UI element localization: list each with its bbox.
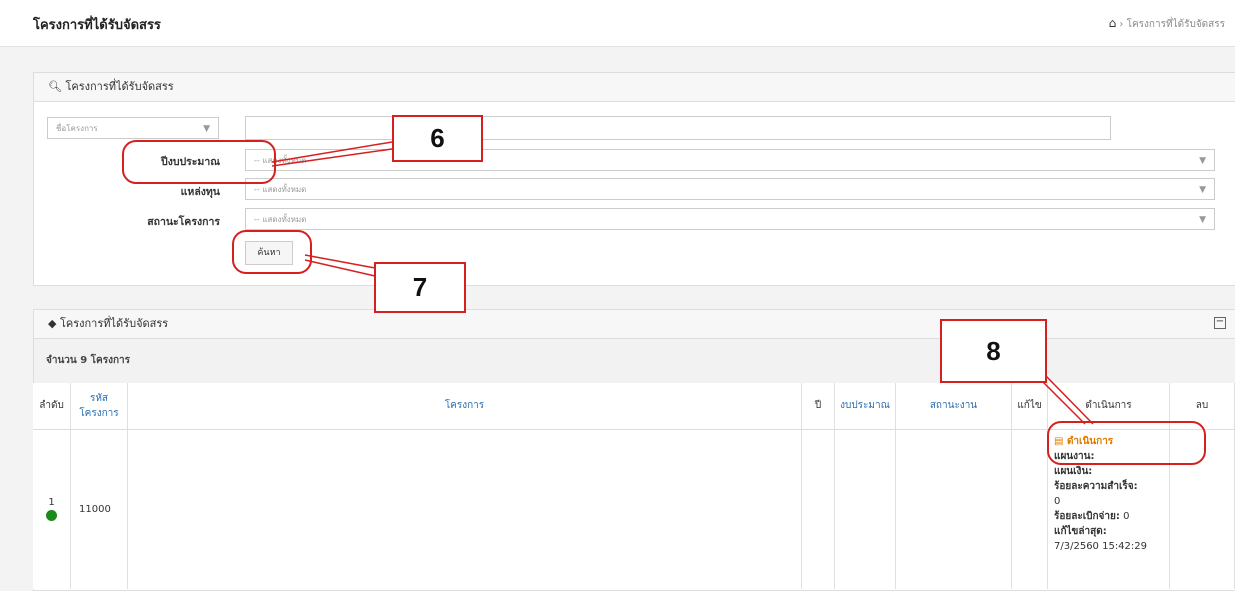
row-project	[127, 429, 802, 589]
search-panel-header: 🔍︎ โครงการที่ได้รับจัดสรร	[34, 73, 1235, 102]
row-budget	[834, 429, 896, 589]
callout-search-button	[232, 230, 312, 274]
fund-source-select[interactable]: -- แสดงทั้งหมด ▼	[245, 178, 1215, 200]
status-dot	[46, 510, 57, 522]
annotation-8: 8	[940, 319, 1047, 383]
row-index: 1	[48, 497, 55, 509]
result-count: จำนวน 9 โครงการ	[34, 339, 1235, 384]
col-year[interactable]: ปี	[801, 383, 835, 430]
budget-year-select[interactable]: -- แสดงทั้งหมด ▼	[245, 149, 1215, 171]
status-label: สถานะโครงการ	[147, 216, 220, 228]
row-edit	[1011, 429, 1048, 589]
fund-source-label: แหล่งทุน	[180, 186, 220, 198]
status-select[interactable]: -- แสดงทั้งหมด ▼	[245, 208, 1215, 230]
success-value: 0	[1054, 495, 1061, 507]
breadcrumb: ⌂ › โครงการที่ได้รับจัดสรร	[1109, 16, 1225, 32]
results-panel-header: ◆ โครงการที่ได้รับจัดสรร −	[34, 310, 1235, 339]
row-index-cell: 1	[33, 429, 71, 589]
annotation-7: 7	[374, 262, 466, 313]
disburse-line: ร้อยละเบิกจ่าย: 0	[1054, 510, 1130, 522]
search-icon: 🔍︎	[48, 80, 62, 93]
row-code: 11000	[70, 429, 128, 589]
edited-label: แก้ไขล่าสุด:	[1054, 525, 1107, 537]
callout-budget-year	[122, 140, 276, 184]
col-index: ลำดับ	[33, 383, 71, 430]
col-budget[interactable]: งบประมาณ	[834, 383, 896, 430]
callout-action-link	[1047, 421, 1206, 465]
results-panel-title: โครงการที่ได้รับจัดสรร	[59, 317, 169, 330]
search-panel-title: โครงการที่ได้รับจัดสรร	[65, 80, 174, 93]
chevron-down-icon: ▼	[203, 124, 210, 134]
col-edit: แก้ไข	[1011, 383, 1048, 430]
search-text-input[interactable]	[245, 116, 1111, 140]
breadcrumb-separator-icon: ›	[1119, 19, 1127, 30]
results-table: ลำดับ รหัสโครงการ โครงการ ปี งบประมาณ สถ…	[33, 383, 1235, 589]
chevron-down-icon: ▼	[1199, 185, 1206, 195]
success-label: ร้อยละความสำเร็จ:	[1054, 480, 1138, 492]
search-field-select[interactable]: ชื่อโครงการ ▼	[47, 117, 219, 139]
chevron-down-icon: ▼	[1199, 156, 1206, 166]
col-status[interactable]: สถานะงาน	[895, 383, 1012, 430]
page-title: โครงการที่ได้รับจัดสรร	[33, 18, 161, 33]
row-status	[895, 429, 1012, 589]
annotation-6: 6	[392, 115, 483, 162]
col-code[interactable]: รหัสโครงการ	[70, 383, 128, 430]
home-icon[interactable]: ⌂	[1109, 16, 1117, 30]
collapse-icon[interactable]: −	[1214, 317, 1226, 329]
edited-value: 7/3/2560 15:42:29	[1054, 540, 1148, 552]
col-project[interactable]: โครงการ	[127, 383, 802, 430]
row-year	[801, 429, 835, 589]
chevron-down-icon: ▼	[1199, 215, 1206, 225]
top-bar: โครงการที่ได้รับจัดสรร ⌂ › โครงการที่ได้…	[0, 0, 1235, 47]
finance-label: แผนเงิน:	[1054, 465, 1093, 477]
tag-icon: ◆	[48, 317, 57, 330]
breadcrumb-current[interactable]: โครงการที่ได้รับจัดสรร	[1127, 19, 1225, 30]
